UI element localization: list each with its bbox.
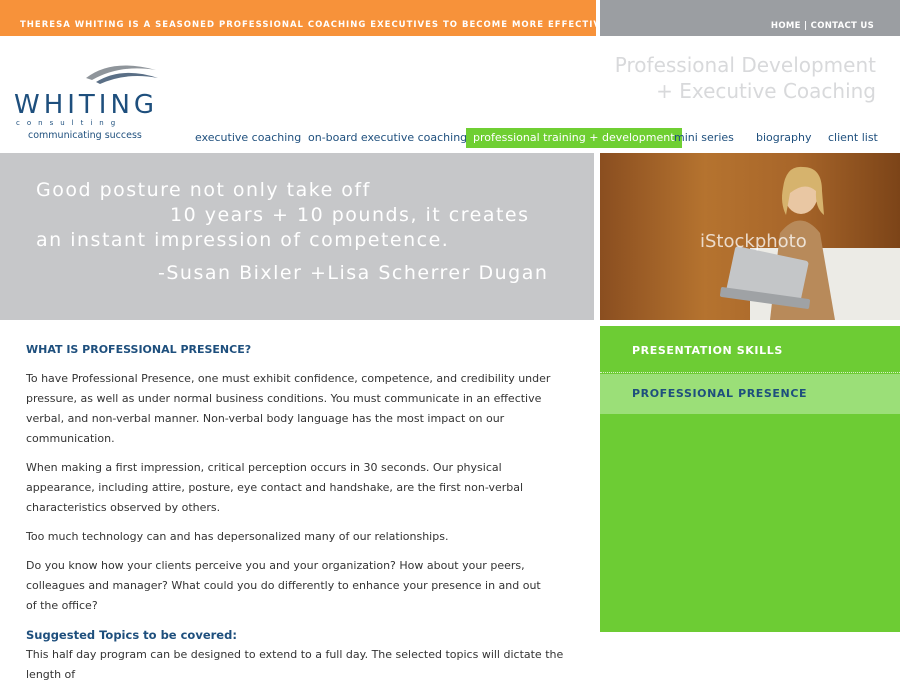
nav-executive-coaching[interactable]: executive coaching [195,128,301,148]
nav-biography[interactable]: biography [756,128,811,148]
page-title: WHAT IS PROFESSIONAL PRESENCE? [26,343,252,356]
quote-line-2: 10 years + 10 pounds, it creates [170,204,530,226]
paragraph-4: Do you know how your clients perceive yo… [26,556,571,616]
logo-wordmark: WHITING [14,90,159,120]
paragraph-1: To have Professional Presence, one must … [26,372,551,445]
headline-line-2: + Executive Coaching [656,79,876,103]
top-banner: THERESA WHITING IS A SEASONED PROFESSION… [0,0,665,36]
sidenav-professional-presence[interactable]: PROFESSIONAL PRESENCE [600,374,900,414]
utility-links: HOME | CONTACT US [771,21,874,31]
section-sidenav: PRESENTATION SKILLS PROFESSIONAL PRESENC… [600,326,900,632]
headline-line-1: Professional Development [614,53,876,77]
businesswoman-photo: iStockphoto [600,153,900,320]
nav-client-list[interactable]: client list [828,128,878,148]
paragraph-3: Too much technology can and has deperson… [26,530,449,543]
nav-onboard-executive-coaching[interactable]: on-board executive coaching [308,128,467,148]
nav-professional-training[interactable]: professional training + development [466,128,682,148]
main-nav: executive coaching on-board executive co… [0,128,900,148]
top-utility-bar: HOME | CONTACT US [600,0,900,36]
photo-watermark: iStockphoto [700,231,807,252]
contact-us-link[interactable]: CONTACT US [811,21,874,31]
header-tagline: THERESA WHITING IS A SEASONED PROFESSION… [20,20,667,30]
sidenav-presentation-skills[interactable]: PRESENTATION SKILLS [600,331,900,371]
paragraph-4-main: Do you know how your clients perceive yo… [26,559,541,592]
paragraph-4-end: of the office? [26,599,98,612]
logo-swoosh-icon [86,65,158,84]
paragraph-5: This half day program can be designed to… [26,648,564,681]
link-separator: | [804,21,808,31]
main-content: WHAT IS PROFESSIONAL PRESENCE? To have P… [26,340,571,694]
home-link[interactable]: HOME [771,21,801,31]
quote-line-3: an instant impression of competence. [36,229,450,251]
quote-attribution: -Susan Bixler +Lisa Scherrer Dugan [158,262,549,284]
quote-banner: Good posture not only take off 10 years … [0,153,594,320]
nav-mini-series[interactable]: mini series [674,128,734,148]
topics-heading: Suggested Topics to be covered: [26,628,237,642]
sidenav-divider [600,372,900,373]
site-headline: Professional Development + Executive Coa… [615,52,876,104]
paragraph-2: When making a first impression, critical… [26,461,524,514]
quote-line-1: Good posture not only take off [36,179,371,201]
logo-subtitle: consulting [16,119,123,127]
